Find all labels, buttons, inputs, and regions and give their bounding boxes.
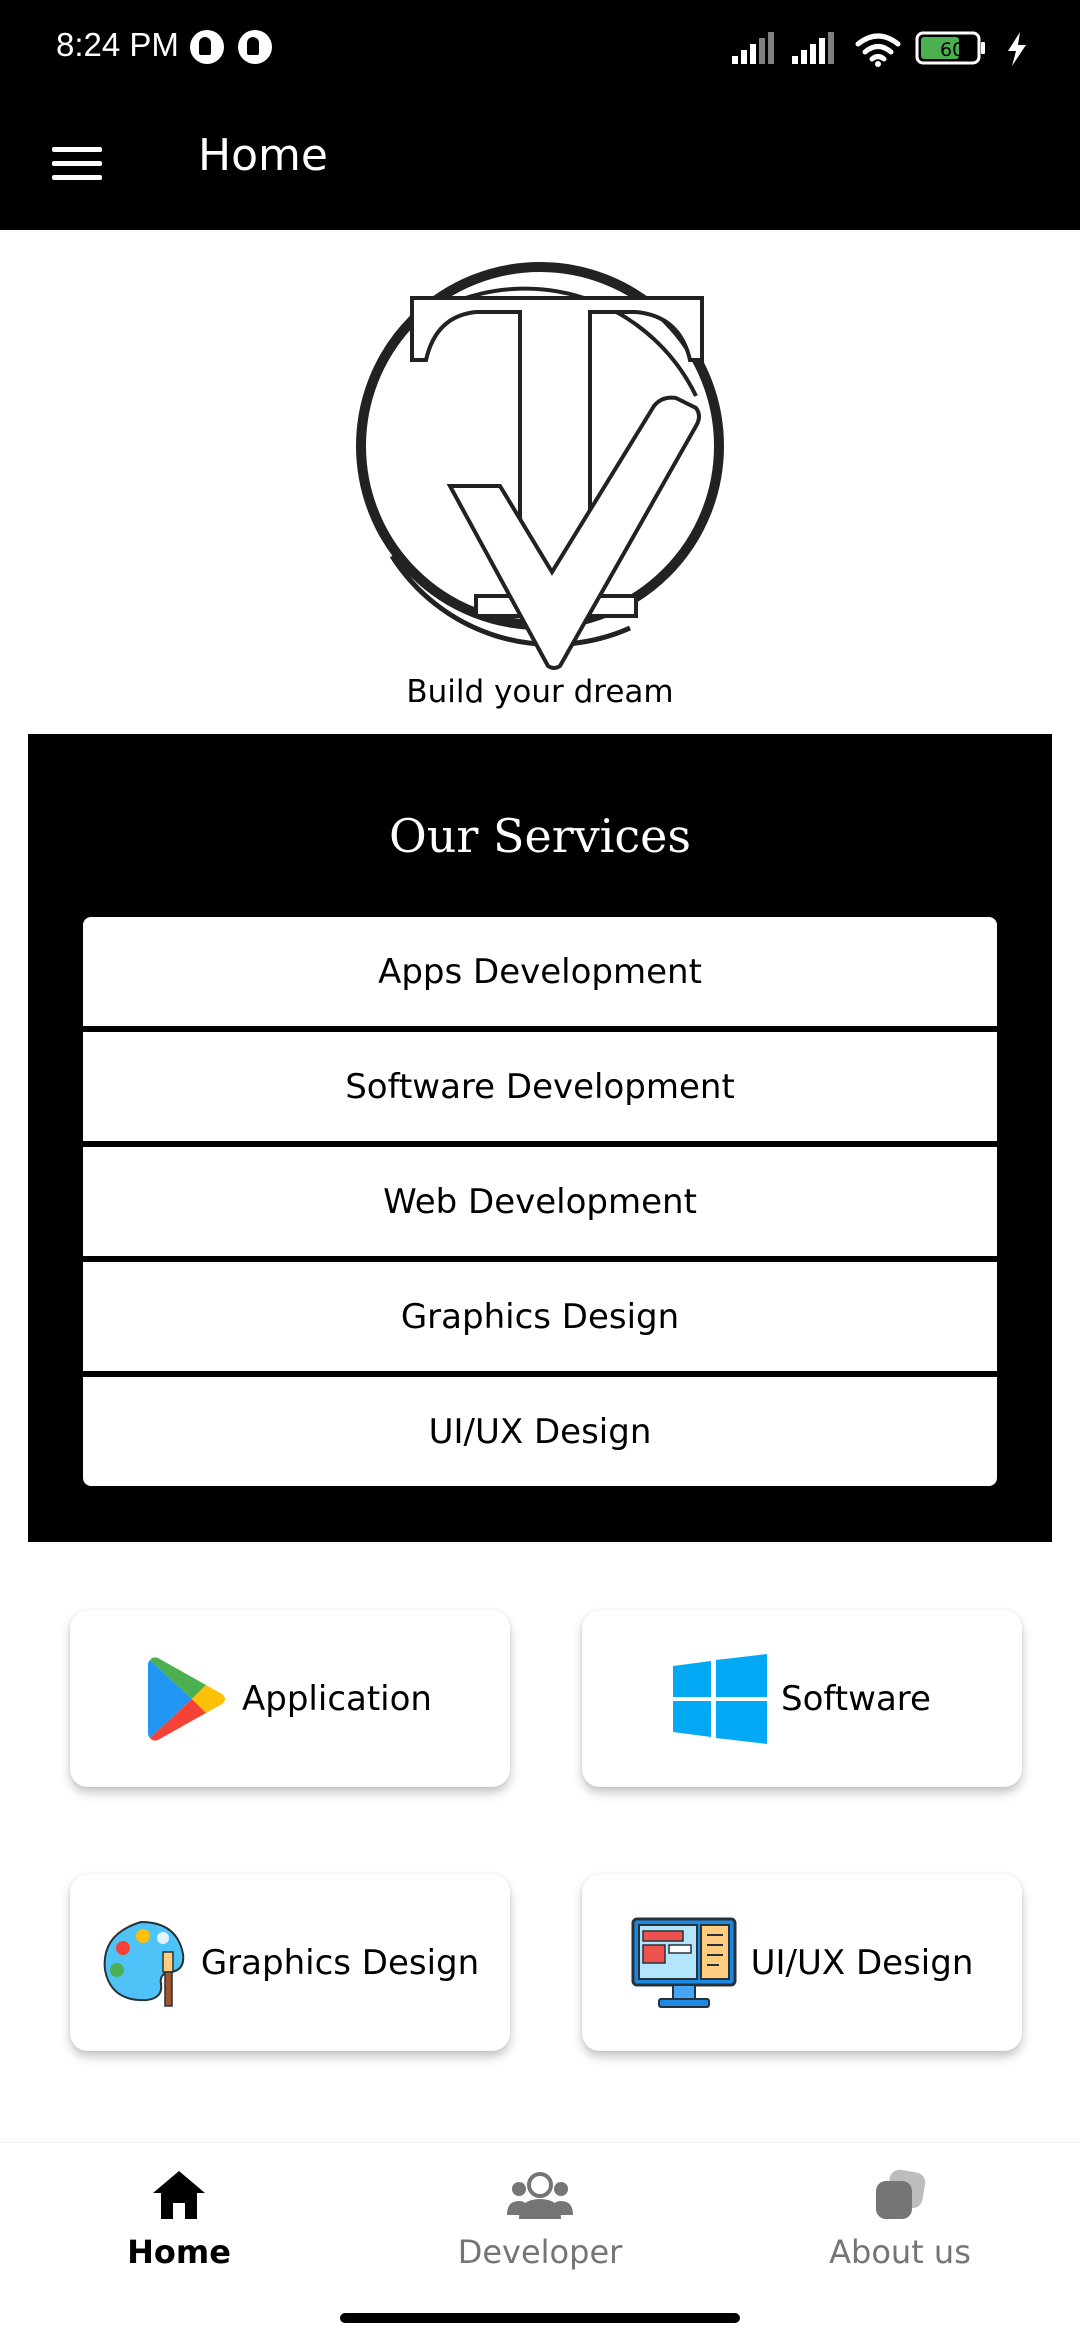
status-icons: 60: [732, 31, 1026, 67]
hamburger-menu-icon: [52, 147, 102, 152]
bottom-navigation: Home Developer About us: [0, 2142, 1080, 2340]
page-title: Home: [198, 130, 328, 181]
windows-icon: [673, 1653, 768, 1744]
home-icon: [153, 2171, 205, 2219]
palette-icon: [103, 1920, 185, 2007]
nav-label-home: Home: [127, 2233, 231, 2271]
graphics-design-card[interactable]: Graphics Design: [70, 1874, 510, 2051]
nav-item-about-us[interactable]: About us: [750, 2169, 1050, 2289]
card-label: Application: [242, 1678, 432, 1719]
hamburger-line: [52, 175, 102, 180]
services-list: Apps Development Software Development We…: [83, 917, 997, 1486]
service-item-ui-ux-design[interactable]: UI/UX Design: [83, 1377, 997, 1486]
nav-label-developer: Developer: [457, 2233, 623, 2271]
app-notification-icon: [238, 30, 272, 64]
service-item-software-development[interactable]: Software Development: [83, 1032, 997, 1141]
service-item-apps-development[interactable]: Apps Development: [83, 917, 997, 1026]
card-label: Software: [781, 1678, 931, 1719]
app-bar: Home: [0, 96, 1080, 230]
signal-icon: [792, 32, 834, 64]
about-icon: [876, 2169, 926, 2219]
hamburger-line: [52, 161, 102, 166]
card-label: Graphics Design: [200, 1942, 480, 1983]
group-icon: [507, 2172, 573, 2219]
menu-button[interactable]: [40, 133, 116, 193]
signal-icon: [732, 32, 774, 64]
gesture-home-indicator[interactable]: [340, 2313, 740, 2323]
nav-item-home[interactable]: Home: [29, 2169, 329, 2289]
tagline: Build your dream: [406, 674, 674, 710]
services-title: Our Services: [389, 809, 691, 863]
status-bar: 8:24 PM 60: [0, 0, 1080, 96]
wifi-icon: [855, 33, 901, 67]
nav-label-about-us: About us: [829, 2233, 971, 2271]
service-item-web-development[interactable]: Web Development: [83, 1147, 997, 1256]
software-card[interactable]: Software: [582, 1610, 1022, 1787]
service-item-graphics-design[interactable]: Graphics Design: [83, 1262, 997, 1371]
services-panel: Our Services Apps Development Software D…: [28, 734, 1052, 1542]
charging-icon: [1008, 32, 1026, 66]
app-notification-icon: [190, 30, 224, 64]
application-card[interactable]: Application: [70, 1610, 510, 1787]
tv-logo: [356, 262, 724, 670]
status-time: 8:24 PM: [56, 26, 179, 63]
nav-item-developer[interactable]: Developer: [390, 2169, 690, 2289]
monitor-design-icon: [631, 1917, 737, 2008]
card-label: UI/UX Design: [750, 1942, 974, 1983]
battery-level: 60: [940, 39, 964, 61]
ui-ux-design-card[interactable]: UI/UX Design: [582, 1874, 1022, 2051]
google-play-icon: [148, 1656, 225, 1741]
